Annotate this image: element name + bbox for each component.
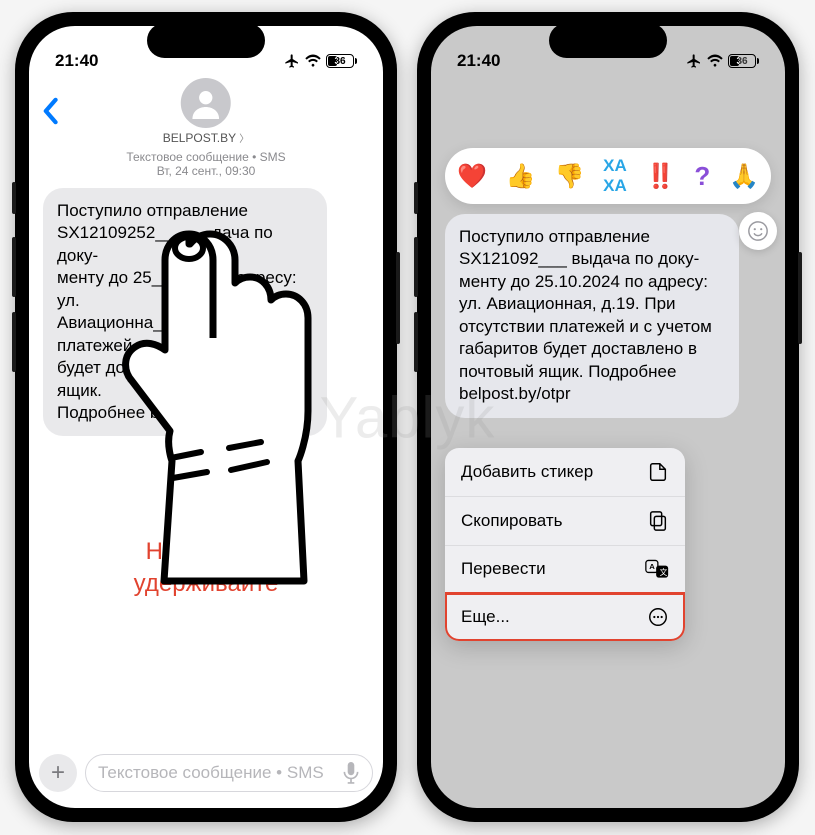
- phone-right: 21:40 36 ❤️ 👍 👎 XAXA ‼️ ? 🙏 Поступило от…: [417, 12, 799, 822]
- message-meta: Текстовое сообщение • SMSВт, 24 сент., 0…: [39, 150, 373, 178]
- more-icon: [647, 606, 669, 628]
- svg-text:A: A: [649, 562, 655, 571]
- mic-icon[interactable]: [342, 762, 360, 784]
- react-exclaim[interactable]: ‼️: [646, 162, 676, 191]
- smiley-icon: [747, 220, 769, 242]
- menu-more[interactable]: Еще...: [445, 593, 685, 641]
- message-bubble[interactable]: Поступило отправление SX121092___ выдача…: [445, 214, 739, 418]
- airplane-icon: [686, 53, 702, 69]
- wifi-icon: [706, 54, 724, 68]
- input-placeholder: Текстовое сообщение • SMS: [98, 763, 324, 783]
- react-thumbs-up[interactable]: 👍: [506, 162, 536, 191]
- react-thumbs-down[interactable]: 👎: [554, 162, 584, 191]
- add-emoji-button[interactable]: [739, 212, 777, 250]
- context-menu: Добавить стикер Скопировать Перевести A文…: [445, 448, 685, 641]
- status-time: 21:40: [55, 51, 98, 71]
- tapback-bar: ❤️ 👍 👎 XAXA ‼️ ? 🙏: [445, 148, 771, 204]
- svg-text:文: 文: [660, 567, 668, 577]
- sticker-icon: [647, 461, 669, 483]
- contact-avatar[interactable]: [181, 78, 231, 128]
- battery-icon: 36: [728, 54, 759, 68]
- menu-translate[interactable]: Перевести A文: [445, 546, 685, 593]
- menu-copy[interactable]: Скопировать: [445, 497, 685, 546]
- status-time: 21:40: [457, 51, 500, 71]
- menu-add-sticker[interactable]: Добавить стикер: [445, 448, 685, 497]
- airplane-icon: [284, 53, 300, 69]
- compose-bar: + Текстовое сообщение • SMS: [39, 754, 373, 792]
- dynamic-island: [549, 23, 667, 58]
- hand-pointer-illustration: [101, 226, 321, 586]
- contact-name[interactable]: BELPOST.BY 〉: [163, 130, 250, 145]
- nav-bar: BELPOST.BY 〉: [29, 80, 383, 142]
- person-icon: [190, 87, 222, 119]
- translate-icon: A文: [645, 559, 669, 579]
- react-heart[interactable]: ❤️: [457, 162, 487, 191]
- back-button[interactable]: [41, 97, 59, 125]
- attach-button[interactable]: +: [39, 754, 77, 792]
- dynamic-island: [147, 23, 265, 58]
- wifi-icon: [304, 54, 322, 68]
- react-pray[interactable]: 🙏: [729, 162, 759, 191]
- battery-icon: 36: [326, 54, 357, 68]
- copy-icon: [647, 510, 669, 532]
- react-haha[interactable]: XAXA: [603, 156, 627, 196]
- message-input[interactable]: Текстовое сообщение • SMS: [85, 754, 373, 792]
- react-question[interactable]: ?: [694, 161, 710, 192]
- phone-left: 21:40 36 BELPOST.BY 〉 Текстовое сообщени…: [15, 12, 397, 822]
